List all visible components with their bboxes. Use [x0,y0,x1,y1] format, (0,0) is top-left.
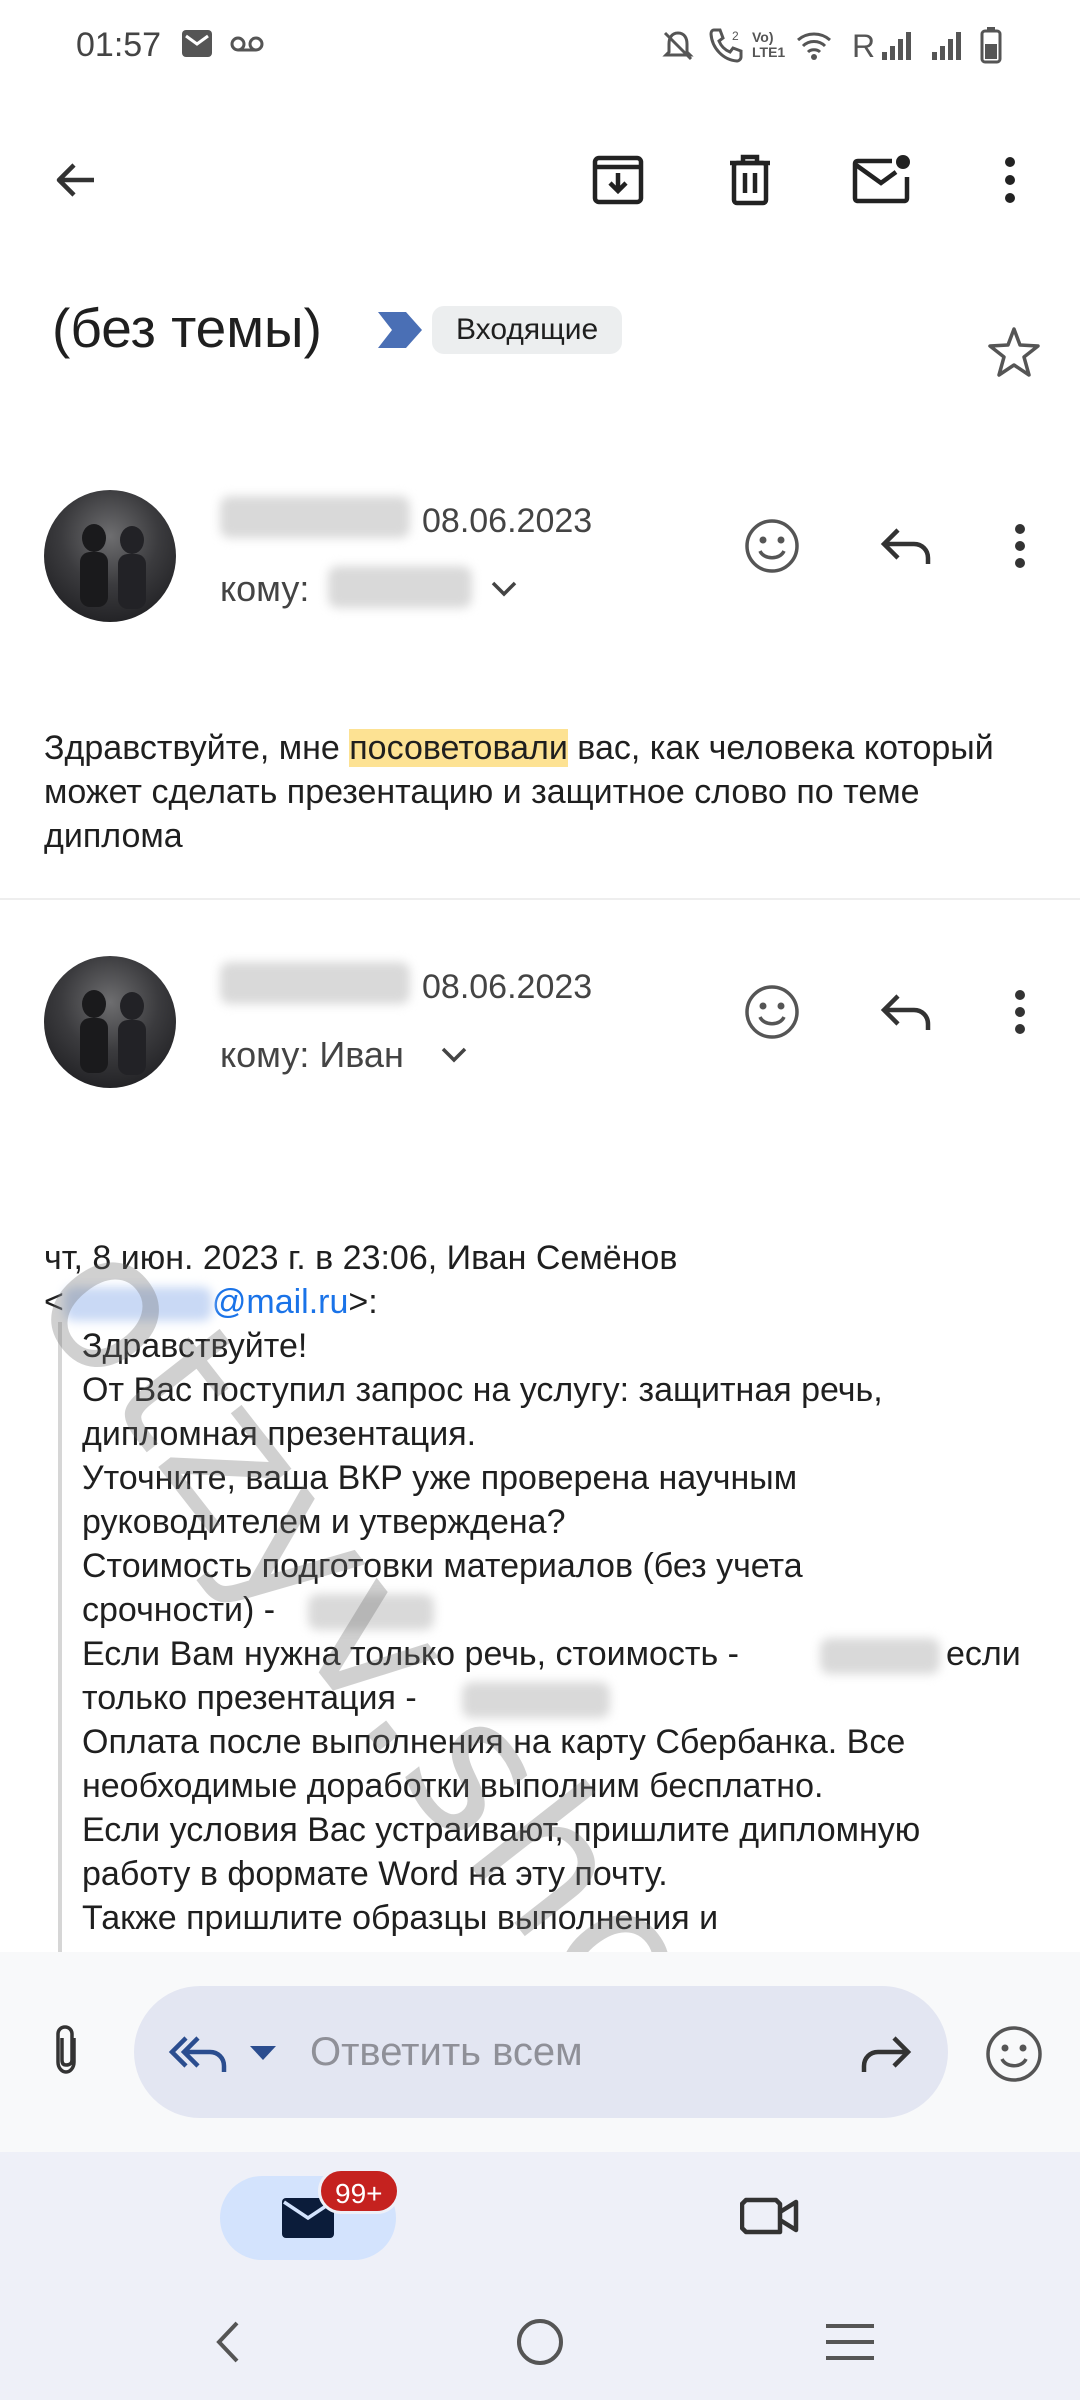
emoji-icon [744,518,800,574]
back-arrow-icon [52,156,100,204]
reply-icon [880,524,932,568]
unread-count-badge: 99+ [318,2168,400,2214]
voicemail-icon [230,34,264,54]
email-subject: (без темы) [52,297,322,359]
sender-name-redacted [220,962,410,1004]
important-label-icon [376,310,424,350]
message-more-button[interactable] [980,972,1060,1052]
star-icon [986,325,1042,379]
video-camera-icon [740,2194,800,2238]
recipient-line: кому: Иван [220,1034,404,1075]
recipient-prefix: кому: [220,568,310,609]
highlighted-word: посоветовали [349,729,568,767]
star-button[interactable] [974,312,1054,392]
message-divider [0,898,1080,900]
forward-icon[interactable] [860,2032,912,2076]
back-button[interactable] [36,140,116,220]
status-bar: 01:57 2 Vo) LTE1 R [0,0,1080,95]
reply-icon [880,990,932,1034]
archive-button[interactable] [578,140,658,220]
reply-button[interactable] [866,506,946,586]
emoji-icon [985,2025,1043,2083]
email-notification-icon [180,26,214,60]
add-reaction-button[interactable] [732,506,812,586]
emoji-button[interactable] [974,2014,1054,2094]
svg-text:2: 2 [732,29,739,43]
reply-all-icon[interactable] [168,2032,230,2076]
reply-button[interactable] [866,972,946,1052]
wifi-icon [796,28,832,62]
emoji-icon [744,984,800,1040]
archive-icon [591,153,645,207]
paperclip-icon [50,2024,82,2076]
message-date: 08.06.2023 [422,502,593,540]
body-text-start: Здравствуйте, мне [44,729,350,767]
roaming-indicator: R [852,28,876,64]
reply-placeholder: Ответить всем [310,2030,583,2074]
attach-button[interactable] [26,2010,106,2090]
sender-avatar[interactable] [44,956,176,1088]
add-reaction-button[interactable] [732,972,812,1052]
mark-unread-icon [852,153,912,207]
chevron-down-icon[interactable] [440,1046,468,1064]
battery-icon [980,26,1002,64]
system-home-button[interactable] [500,2302,580,2382]
bottom-navigation [0,2152,1080,2292]
home-circle-icon [515,2317,565,2367]
wifi-call-icon: 2 [706,26,748,64]
volte-icon: Vo) LTE1 [752,29,786,60]
chevron-down-icon[interactable] [490,580,518,598]
message-more-button[interactable] [980,506,1060,586]
chevron-left-icon [213,2319,243,2365]
angle-close: >: [348,1283,378,1321]
quote-line: если [946,1635,1021,1673]
message-body: Здравствуйте, мне посоветовали вас, как … [44,726,1034,858]
more-options-button[interactable] [970,140,1050,220]
mute-icon [660,28,696,64]
status-time: 01:57 [76,26,162,64]
more-vert-icon [1014,989,1026,1035]
message-date: 08.06.2023 [422,968,593,1006]
signal-icon [880,30,916,62]
system-back-button[interactable] [188,2302,268,2382]
more-vert-icon [1004,156,1016,204]
recipient-name-redacted [328,566,472,608]
signal-icon-2 [930,30,966,62]
price-redacted [820,1638,940,1674]
recents-menu-icon [824,2322,876,2362]
delete-button[interactable] [710,140,790,220]
inbox-label-chip[interactable]: Входящие [432,306,623,354]
reply-mode-dropdown-icon[interactable] [248,2044,278,2062]
system-recents-button[interactable] [810,2302,890,2382]
sender-avatar[interactable] [44,490,176,622]
meet-tab[interactable] [730,2176,810,2256]
mark-unread-button[interactable] [842,140,922,220]
delete-icon [726,153,774,207]
more-vert-icon [1014,523,1026,569]
sender-name-redacted [220,496,410,538]
